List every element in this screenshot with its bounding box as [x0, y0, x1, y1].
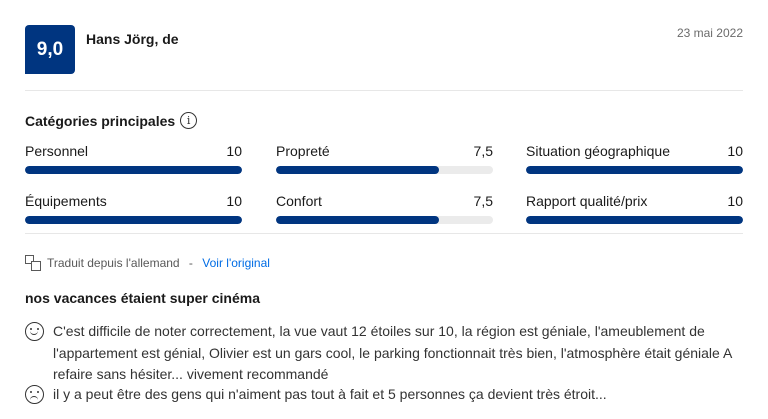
category-rapport: Rapport qualité/prix 10 — [526, 193, 743, 224]
category-bar-fill — [276, 216, 439, 224]
reviewer-name: Hans Jörg, de — [86, 31, 179, 47]
translate-icon — [25, 255, 41, 271]
smiley-happy-icon — [25, 322, 44, 341]
category-bar-fill — [526, 166, 743, 174]
category-value: 10 — [226, 143, 242, 159]
category-situation: Situation géographique 10 — [526, 143, 743, 174]
positive-comment: C'est difficile de noter correctement, l… — [25, 321, 743, 386]
category-label: Propreté — [276, 143, 330, 159]
categories-heading: Catégories principales i — [25, 112, 198, 129]
category-value: 7,5 — [473, 193, 493, 209]
category-value: 10 — [727, 193, 743, 209]
category-value: 10 — [226, 193, 242, 209]
info-icon[interactable]: i — [180, 112, 198, 129]
category-bar — [526, 166, 743, 174]
negative-comment: il y a peut être des gens qui n'aiment p… — [25, 384, 743, 406]
category-value: 10 — [727, 143, 743, 159]
divider — [25, 233, 743, 234]
category-bar — [25, 166, 242, 174]
category-bar-fill — [25, 166, 242, 174]
category-confort: Confort 7,5 — [276, 193, 493, 224]
translation-separator: - — [185, 256, 197, 270]
category-bar — [25, 216, 242, 224]
category-bar-fill — [276, 166, 439, 174]
category-bar-fill — [526, 216, 743, 224]
category-equipements: Équipements 10 — [25, 193, 242, 224]
category-label: Personnel — [25, 143, 89, 159]
category-bar — [276, 216, 493, 224]
smiley-sad-icon — [25, 385, 44, 404]
negative-text: il y a peut être des gens qui n'aiment p… — [53, 386, 607, 402]
category-label: Situation géographique — [526, 143, 671, 159]
review-date: 23 mai 2022 — [676, 26, 743, 40]
category-label: Équipements — [25, 193, 107, 209]
category-bar-fill — [25, 216, 242, 224]
translation-note: Traduit depuis l'allemand — [47, 256, 180, 270]
category-proprete: Propreté 7,5 — [276, 143, 493, 174]
review-score-badge: 9,0 — [25, 25, 75, 74]
positive-text: C'est difficile de noter correctement, l… — [53, 323, 732, 382]
review-title: nos vacances étaient super cinéma — [25, 290, 260, 306]
category-label: Confort — [276, 193, 322, 209]
category-bar — [276, 166, 493, 174]
category-value: 7,5 — [473, 143, 493, 159]
category-bar — [526, 216, 743, 224]
category-label: Rapport qualité/prix — [526, 193, 648, 209]
view-original-link[interactable]: Voir l'original — [202, 256, 270, 270]
categories-title: Catégories principales — [25, 112, 176, 129]
divider — [25, 90, 743, 91]
category-personnel: Personnel 10 — [25, 143, 242, 174]
translation-notice: Traduit depuis l'allemand - Voir l'origi… — [25, 255, 270, 271]
